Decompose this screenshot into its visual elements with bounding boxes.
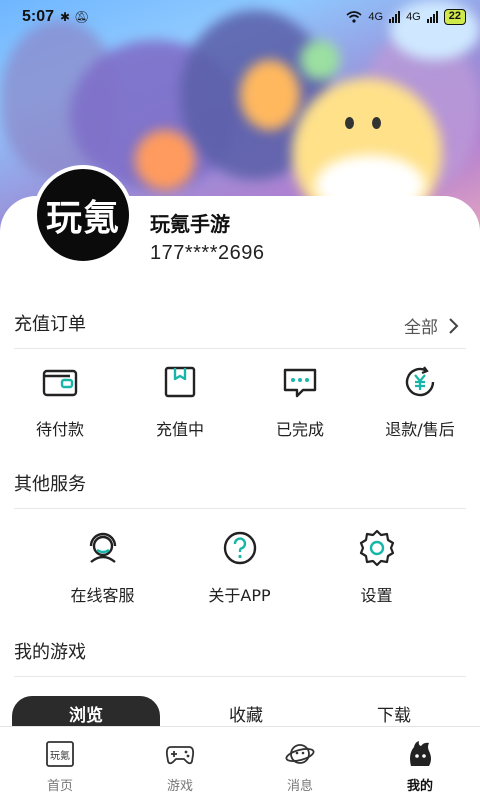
signal-icon-2 <box>426 11 438 23</box>
order-pending-button[interactable]: 待付款 <box>0 362 120 440</box>
order-pending-label: 待付款 <box>35 420 84 439</box>
services-section-title: 其他服务 <box>14 474 86 495</box>
headset-icon <box>89 532 116 563</box>
planet-icon <box>285 744 315 764</box>
question-icon <box>223 531 256 565</box>
about-app-label: 关于APP <box>208 586 271 605</box>
nav-mine-label: 我的 <box>406 779 433 794</box>
nav-home[interactable]: 玩氪 首页 <box>0 727 120 800</box>
order-completed-button[interactable]: 已完成 <box>240 362 360 440</box>
chat-dots-icon <box>283 368 317 398</box>
about-app-button[interactable]: 关于APP <box>171 528 308 606</box>
package-icon <box>164 366 196 398</box>
avatar[interactable]: 玩氪 <box>33 165 133 265</box>
orders-section-title: 充值订单 <box>14 314 86 335</box>
nav-games-label: 游戏 <box>166 779 193 794</box>
divider <box>14 508 466 509</box>
order-status-grid: 待付款 充值中 已完成 退款/售后 <box>0 362 480 440</box>
bluetooth-icon: ✱ <box>60 10 71 24</box>
gear-icon <box>359 529 394 567</box>
home-logo-icon: 玩氪 <box>46 741 74 767</box>
status-bar: 5:07 ✱ 🔕︎ 4G 4G 22 <box>0 0 480 34</box>
settings-label: 设置 <box>360 586 393 605</box>
avatar-logo-text: 玩氪 <box>45 198 120 239</box>
nav-mine[interactable]: 我的 <box>360 727 480 800</box>
view-all-label: 全部 <box>404 318 438 338</box>
services-grid: 在线客服 关于APP 设置 <box>0 528 480 606</box>
view-all-orders-link[interactable]: 全部 <box>404 313 460 338</box>
profile-name: 玩氪手游 <box>150 212 230 236</box>
chevron-right-icon <box>449 317 459 334</box>
divider <box>14 676 466 677</box>
order-recharging-label: 充值中 <box>155 420 204 439</box>
nav-messages-label: 消息 <box>286 779 313 794</box>
battery-indicator: 22 <box>443 9 466 25</box>
status-time: 5:07 <box>22 8 55 25</box>
mine-character-icon <box>410 741 431 766</box>
network-label-2: 4G <box>406 11 421 23</box>
order-refund-button[interactable]: 退款/售后 <box>360 362 480 440</box>
mute-icon: 🔕︎ <box>74 10 90 24</box>
online-support-label: 在线客服 <box>70 586 135 605</box>
nav-games[interactable]: 游戏 <box>120 727 240 800</box>
wallet-icon <box>42 369 78 397</box>
profile-phone: 177****2696 <box>150 242 265 264</box>
order-refund-label: 退款/售后 <box>385 420 455 439</box>
divider <box>14 348 466 349</box>
order-completed-label: 已完成 <box>275 420 324 439</box>
yen-refund-icon <box>405 366 435 397</box>
settings-button[interactable]: 设置 <box>308 528 445 606</box>
order-recharging-button[interactable]: 充值中 <box>120 362 240 440</box>
nav-home-label: 首页 <box>46 779 73 794</box>
signal-icon <box>389 11 401 23</box>
games-section-title: 我的游戏 <box>14 642 86 663</box>
bottom-nav: 玩氪 首页 游戏 消息 我的 <box>0 726 480 800</box>
gamepad-icon <box>165 746 195 765</box>
svg-text:玩氪: 玩氪 <box>50 749 70 762</box>
nav-messages[interactable]: 消息 <box>240 727 360 800</box>
wifi-icon <box>346 11 362 23</box>
network-label: 4G <box>368 11 384 23</box>
online-support-button[interactable]: 在线客服 <box>34 528 171 606</box>
